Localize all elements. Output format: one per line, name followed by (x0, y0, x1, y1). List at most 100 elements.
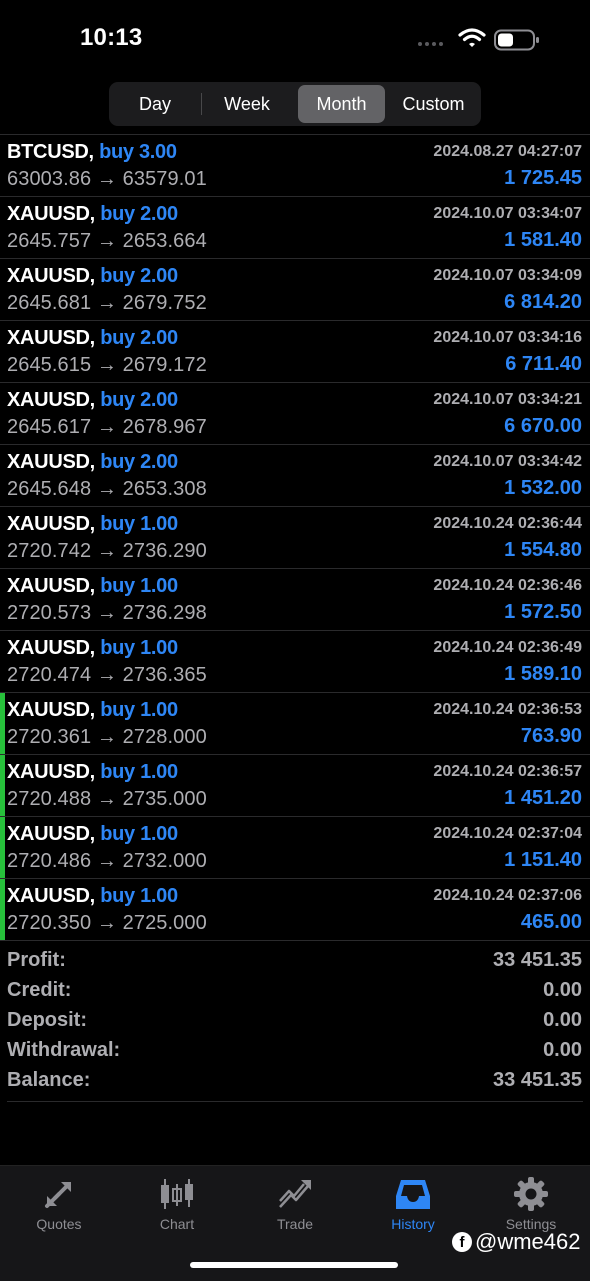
tab-label: Quotes (36, 1216, 82, 1232)
deal-profit: 1 532.00 (504, 477, 582, 499)
deal-time: 2024.08.27 04:27:07 (433, 143, 582, 160)
summary-row: Credit: 0.00 (0, 976, 590, 1006)
deal-row[interactable]: XAUUSD, buy 1.00 2024.10.24 02:36:49 2720.… (0, 630, 590, 692)
tab-quotes[interactable]: Quotes (0, 1166, 118, 1246)
deal-row[interactable]: XAUUSD, buy 1.00 2024.10.24 02:37:06 2720.… (0, 878, 590, 940)
chart-icon (161, 1179, 193, 1209)
deal-symbol: XAUUSD, buy 1.00 (7, 761, 178, 784)
summary-label: Credit: (7, 979, 72, 1001)
deal-symbol-name: XAUUSD, (7, 327, 95, 349)
deal-symbol: XAUUSD, buy 2.00 (7, 389, 178, 412)
deal-profit: 6 711.40 (505, 353, 582, 375)
deal-prices: 2720.350 → 2725.000 (7, 912, 207, 934)
deal-prices: 63003.86 → 63579.01 (7, 168, 207, 190)
deal-row[interactable]: XAUUSD, buy 1.00 2024.10.24 02:36:53 2720.… (0, 692, 590, 754)
quotes-icon (45, 1182, 71, 1208)
home-indicator (190, 1262, 398, 1268)
summary-value: 0.00 (543, 979, 582, 1001)
deal-row[interactable]: XAUUSD, buy 1.00 2024.10.24 02:36:46 2720.… (0, 568, 590, 630)
deal-side: buy 2.00 (100, 327, 178, 349)
deal-side: buy 1.00 (100, 513, 178, 535)
deal-symbol-name: XAUUSD, (7, 885, 95, 907)
signal-icon (418, 42, 443, 46)
deal-profit: 465.00 (520, 911, 582, 933)
deal-symbol: BTCUSD, buy 3.00 (7, 141, 177, 164)
watermark: f @wme462 (452, 1229, 581, 1255)
deal-row[interactable]: XAUUSD, buy 2.00 2024.10.07 03:34:07 2645.… (0, 196, 590, 258)
trade-icon (279, 1180, 311, 1208)
deal-row[interactable]: XAUUSD, buy 2.00 2024.10.07 03:34:09 2645.… (0, 258, 590, 320)
deal-symbol-name: XAUUSD, (7, 513, 95, 535)
deal-symbol: XAUUSD, buy 2.00 (7, 265, 178, 288)
deal-time: 2024.10.24 02:36:53 (433, 701, 582, 718)
deal-profit: 6 670.00 (504, 415, 582, 437)
deal-side: buy 3.00 (99, 141, 177, 163)
deal-symbol-name: XAUUSD, (7, 203, 95, 225)
deal-prices: 2720.742 → 2736.290 (7, 540, 207, 562)
deal-row[interactable]: XAUUSD, buy 1.00 2024.10.24 02:36:44 2720.… (0, 506, 590, 568)
tab-label: Trade (276, 1216, 314, 1232)
deal-side: buy 2.00 (100, 451, 178, 473)
deal-symbol-name: BTCUSD, (7, 141, 94, 163)
deal-side: buy 1.00 (100, 575, 178, 597)
list-divider (0, 940, 590, 941)
deal-time: 2024.10.07 03:34:09 (433, 267, 582, 284)
period-month[interactable]: Month (298, 85, 385, 123)
deal-symbol: XAUUSD, buy 1.00 (7, 823, 178, 846)
deal-row[interactable]: XAUUSD, buy 2.00 2024.10.07 03:34:42 2645.… (0, 444, 590, 506)
deal-profit: 1 581.40 (504, 229, 582, 251)
segment-divider (201, 93, 202, 115)
deal-side: buy 2.00 (100, 389, 178, 411)
deal-row[interactable]: XAUUSD, buy 1.00 2024.10.24 02:37:04 2720.… (0, 816, 590, 878)
summary-label: Deposit: (7, 1009, 87, 1031)
deal-time: 2024.10.07 03:34:07 (433, 205, 582, 222)
period-custom[interactable]: Custom (389, 85, 478, 123)
deal-prices: 2720.474 → 2736.365 (7, 664, 207, 686)
deal-symbol: XAUUSD, buy 1.00 (7, 885, 178, 908)
watermark-text: @wme462 (475, 1229, 581, 1254)
deal-prices: 2720.488 → 2735.000 (7, 788, 207, 810)
wifi-icon (458, 28, 486, 47)
deal-profit: 1 589.10 (504, 663, 582, 685)
deal-side: buy 2.00 (100, 265, 178, 287)
period-day[interactable]: Day (112, 85, 198, 123)
deal-time: 2024.10.07 03:34:42 (433, 453, 582, 470)
summary-label: Balance: (7, 1069, 91, 1091)
deal-symbol: XAUUSD, buy 1.00 (7, 575, 178, 598)
history-icon (396, 1180, 430, 1209)
deal-symbol: XAUUSD, buy 1.00 (7, 699, 178, 722)
deal-profit: 1 725.45 (504, 167, 582, 189)
tab-trade[interactable]: Trade (236, 1166, 354, 1246)
tab-chart[interactable]: Chart (118, 1166, 236, 1246)
deal-row[interactable]: XAUUSD, buy 2.00 2024.10.07 03:34:16 2645.… (0, 320, 590, 382)
battery-icon (494, 29, 539, 51)
summary-row: Balance: 33 451.35 (0, 1066, 590, 1096)
deal-row[interactable]: XAUUSD, buy 1.00 2024.10.24 02:36:57 2720.… (0, 754, 590, 816)
deal-time: 2024.10.07 03:34:21 (433, 391, 582, 408)
deal-profit: 1 572.50 (504, 601, 582, 623)
deal-profit: 6 814.20 (504, 291, 582, 313)
deal-prices: 2720.486 → 2732.000 (7, 850, 207, 872)
deal-profit: 1 151.40 (504, 849, 582, 871)
settings-icon (514, 1177, 548, 1211)
summary-value: 0.00 (543, 1039, 582, 1061)
status-bar: 10:13 (0, 0, 590, 80)
period-week[interactable]: Week (204, 85, 290, 123)
facebook-icon: f (452, 1232, 472, 1252)
deal-symbol: XAUUSD, buy 2.00 (7, 203, 178, 226)
deal-time: 2024.10.24 02:37:04 (433, 825, 582, 842)
deal-row[interactable]: XAUUSD, buy 2.00 2024.10.07 03:34:21 2645.… (0, 382, 590, 444)
summary-value: 0.00 (543, 1009, 582, 1031)
deal-prices: 2645.615 → 2679.172 (7, 354, 207, 376)
tab-label: Chart (159, 1216, 195, 1232)
deal-prices: 2645.617 → 2678.967 (7, 416, 207, 438)
summary-value: 33 451.35 (493, 1069, 582, 1091)
summary-row: Profit: 33 451.35 (0, 946, 590, 976)
deal-side: buy 2.00 (100, 203, 178, 225)
deal-symbol: XAUUSD, buy 1.00 (7, 637, 178, 660)
summary-label: Withdrawal: (7, 1039, 121, 1061)
deal-row[interactable]: BTCUSD, buy 3.00 2024.08.27 04:27:07 63003… (0, 134, 590, 196)
deal-prices: 2645.681 → 2679.752 (7, 292, 207, 314)
summary-row: Withdrawal: 0.00 (0, 1036, 590, 1066)
deal-symbol: XAUUSD, buy 1.00 (7, 513, 178, 536)
